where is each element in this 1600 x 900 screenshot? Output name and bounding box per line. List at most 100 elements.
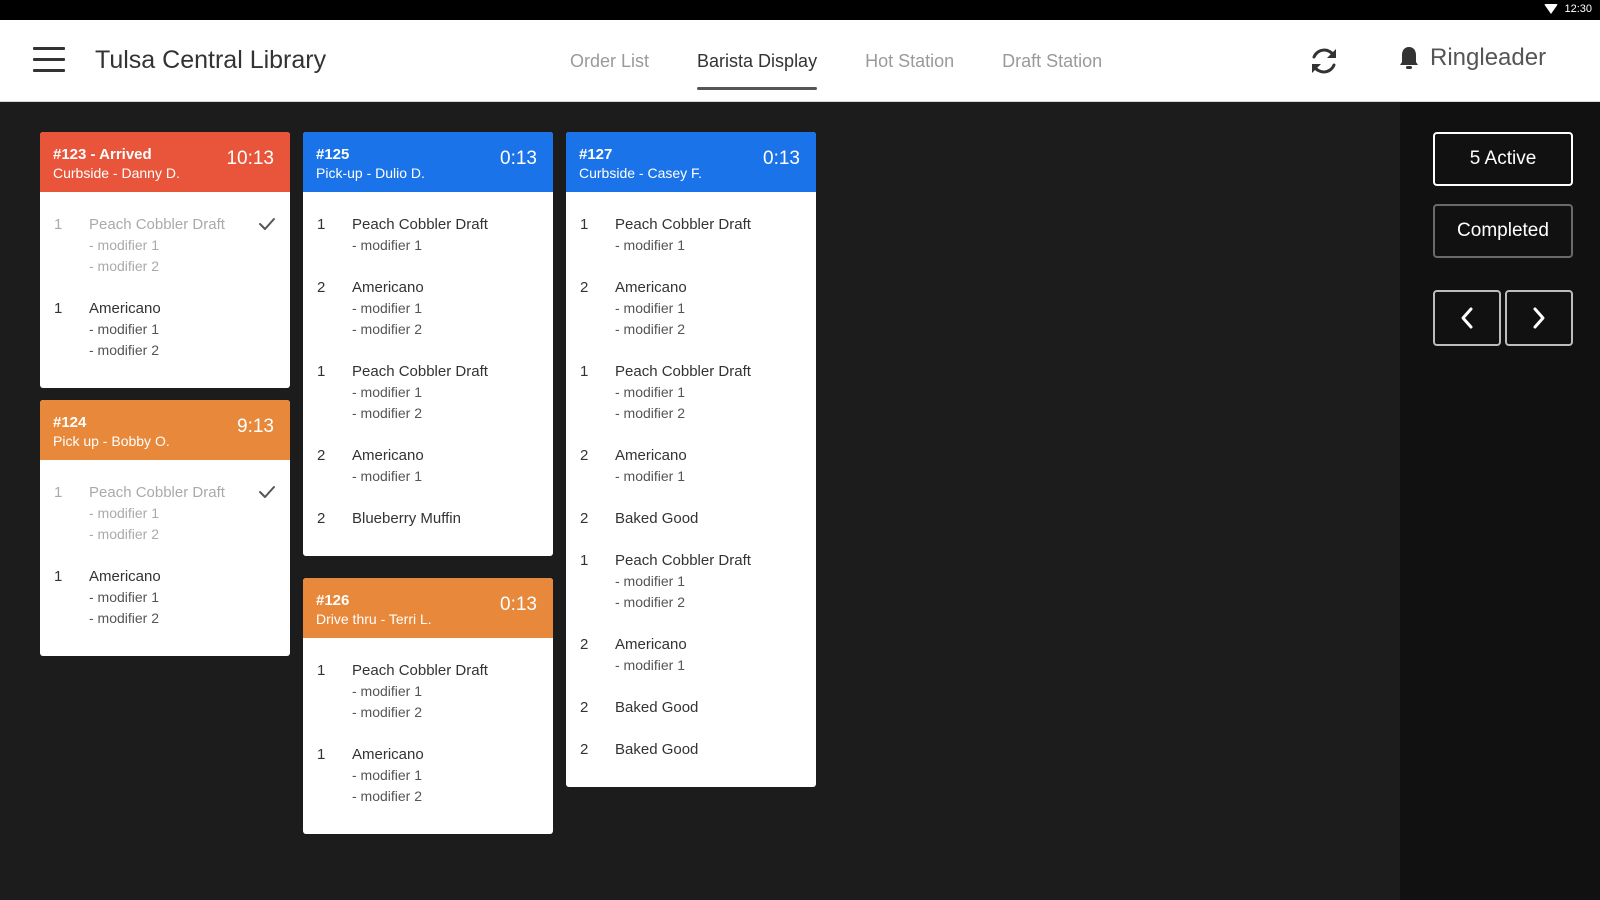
refresh-icon[interactable] xyxy=(1307,44,1341,78)
item-name: Americano xyxy=(352,279,424,296)
item-quantity: 2 xyxy=(317,447,326,464)
user-menu[interactable]: Ringleader xyxy=(1398,44,1546,72)
ticket-timer: 10:13 xyxy=(226,148,274,169)
item-name: Americano xyxy=(615,636,687,653)
completed-orders-button[interactable]: Completed xyxy=(1433,204,1573,258)
item-quantity: 1 xyxy=(54,216,63,233)
item-modifier: - modifier 1 xyxy=(615,300,686,316)
item-name: Peach Cobbler Draft xyxy=(89,216,225,233)
order-ticket[interactable]: #126 Drive thru - Terri L. 0:13 1 Peach Cobb… xyxy=(303,578,553,834)
ticket-header[interactable]: #125 Pick-up - Dulio D. 0:13 xyxy=(303,132,553,192)
order-item[interactable]: 1 Americano - modifier 1 - modifier 2 xyxy=(317,744,539,807)
item-name: Peach Cobbler Draft xyxy=(615,363,751,380)
order-item[interactable]: 2 Americano - modifier 1 xyxy=(580,445,802,487)
item-modifier: - modifier 1 xyxy=(89,589,160,605)
order-item[interactable]: 2 Blueberry Muffin xyxy=(317,508,539,529)
order-ticket[interactable]: #123 - Arrived Curbside - Danny D. 10:13 1 P… xyxy=(40,132,290,388)
item-quantity: 2 xyxy=(580,636,589,653)
order-item[interactable]: 1 Americano - modifier 1 - modifier 2 xyxy=(54,566,276,629)
order-item[interactable]: 1 Peach Cobbler Draft - modifier 1 - modifi… xyxy=(54,482,276,545)
item-modifier: - modifier 2 xyxy=(89,342,160,358)
order-item[interactable]: 1 Peach Cobbler Draft - modifier 1 xyxy=(580,214,802,256)
item-modifier: - modifier 2 xyxy=(615,594,686,610)
checkmark-icon[interactable] xyxy=(258,485,276,504)
item-modifier: - modifier 2 xyxy=(352,405,423,421)
order-item[interactable]: 1 Peach Cobbler Draft - modifier 1 - modifi… xyxy=(580,361,802,424)
previous-page-button[interactable] xyxy=(1433,290,1501,346)
chevron-left-icon xyxy=(1461,307,1473,329)
order-item[interactable]: 1 Peach Cobbler Draft - modifier 1 - modifi… xyxy=(54,214,276,277)
location-title: Tulsa Central Library xyxy=(95,46,327,74)
item-quantity: 2 xyxy=(580,741,589,758)
order-item[interactable]: 2 Americano - modifier 1 xyxy=(317,445,539,487)
ticket-header[interactable]: #123 - Arrived Curbside - Danny D. 10:13 xyxy=(40,132,290,192)
ticket-header[interactable]: #124 Pick up - Bobby O. 9:13 xyxy=(40,400,290,460)
ticket-items: 1 Peach Cobbler Draft - modifier 1 2 America… xyxy=(566,192,816,787)
item-modifier: - modifier 2 xyxy=(352,788,423,804)
item-modifier: - modifier 2 xyxy=(615,405,686,421)
item-quantity: 1 xyxy=(54,300,63,317)
item-name: Americano xyxy=(89,568,161,585)
item-modifier: - modifier 2 xyxy=(352,704,423,720)
order-item[interactable]: 2 Americano - modifier 1 xyxy=(580,634,802,676)
order-ticket[interactable]: #127 Curbside - Casey F. 0:13 1 Peach Cobble… xyxy=(566,132,816,787)
ticket-items: 1 Peach Cobbler Draft - modifier 1 - modifi… xyxy=(40,460,290,656)
item-name: Baked Good xyxy=(615,699,699,716)
order-item[interactable]: 2 Americano - modifier 1 - modifier 2 xyxy=(317,277,539,340)
item-quantity: 1 xyxy=(580,363,589,380)
tab-order-list[interactable]: Order List xyxy=(570,20,649,102)
item-name: Baked Good xyxy=(615,741,699,758)
item-name: Americano xyxy=(352,447,424,464)
order-item[interactable]: 2 Baked Good xyxy=(580,508,802,529)
order-item[interactable]: 1 Americano - modifier 1 - modifier 2 xyxy=(54,298,276,361)
item-quantity: 2 xyxy=(580,447,589,464)
item-quantity: 2 xyxy=(317,510,326,527)
item-modifier: - modifier 1 xyxy=(352,300,423,316)
item-name: Baked Good xyxy=(615,510,699,527)
order-item[interactable]: 2 Baked Good xyxy=(580,739,802,760)
item-name: Peach Cobbler Draft xyxy=(615,216,751,233)
menu-icon[interactable] xyxy=(33,47,65,73)
order-ticket[interactable]: #124 Pick up - Bobby O. 9:13 1 Peach Cobbler… xyxy=(40,400,290,656)
item-modifier: - modifier 1 xyxy=(352,767,423,783)
status-icons: 12:30 xyxy=(1544,3,1592,15)
order-item[interactable]: 2 Americano - modifier 1 - modifier 2 xyxy=(580,277,802,340)
ticket-items: 1 Peach Cobbler Draft - modifier 1 - modifi… xyxy=(40,192,290,388)
order-item[interactable]: 1 Peach Cobbler Draft - modifier 1 xyxy=(317,214,539,256)
item-quantity: 2 xyxy=(580,699,589,716)
order-item[interactable]: 1 Peach Cobbler Draft - modifier 1 - modifi… xyxy=(317,361,539,424)
item-modifier: - modifier 1 xyxy=(352,683,423,699)
item-name: Peach Cobbler Draft xyxy=(352,216,488,233)
item-modifier: - modifier 1 xyxy=(615,573,686,589)
item-name: Peach Cobbler Draft xyxy=(352,662,488,679)
tab-draft-station[interactable]: Draft Station xyxy=(1002,20,1102,102)
order-item[interactable]: 1 Peach Cobbler Draft - modifier 1 - modifi… xyxy=(317,660,539,723)
ticket-timer: 0:13 xyxy=(500,594,537,615)
order-item[interactable]: 2 Baked Good xyxy=(580,697,802,718)
ticket-header[interactable]: #126 Drive thru - Terri L. 0:13 xyxy=(303,578,553,638)
ticket-timer: 0:13 xyxy=(500,148,537,169)
item-name: Americano xyxy=(352,746,424,763)
next-page-button[interactable] xyxy=(1505,290,1573,346)
item-modifier: - modifier 2 xyxy=(89,610,160,626)
item-name: Americano xyxy=(615,279,687,296)
status-time: 12:30 xyxy=(1564,3,1592,15)
item-modifier: - modifier 1 xyxy=(615,384,686,400)
checkmark-icon[interactable] xyxy=(258,217,276,236)
item-quantity: 1 xyxy=(317,746,326,763)
item-modifier: - modifier 1 xyxy=(615,657,686,673)
order-ticket[interactable]: #125 Pick-up - Dulio D. 0:13 1 Peach Cobbler… xyxy=(303,132,553,556)
item-modifier: - modifier 2 xyxy=(352,321,423,337)
item-modifier: - modifier 1 xyxy=(615,237,686,253)
station-tabs: Order List Barista Display Hot Station D… xyxy=(570,20,1150,102)
item-modifier: - modifier 1 xyxy=(89,505,160,521)
tab-barista-display[interactable]: Barista Display xyxy=(697,20,818,102)
ticket-timer: 0:13 xyxy=(763,148,800,169)
tab-hot-station[interactable]: Hot Station xyxy=(865,20,954,102)
ticket-board: #123 - Arrived Curbside - Danny D. 10:13 1 P… xyxy=(0,102,1400,900)
active-orders-button[interactable]: 5 Active xyxy=(1433,132,1573,186)
item-quantity: 2 xyxy=(317,279,326,296)
order-item[interactable]: 1 Peach Cobbler Draft - modifier 1 - modifi… xyxy=(580,550,802,613)
item-quantity: 1 xyxy=(317,363,326,380)
ticket-header[interactable]: #127 Curbside - Casey F. 0:13 xyxy=(566,132,816,192)
